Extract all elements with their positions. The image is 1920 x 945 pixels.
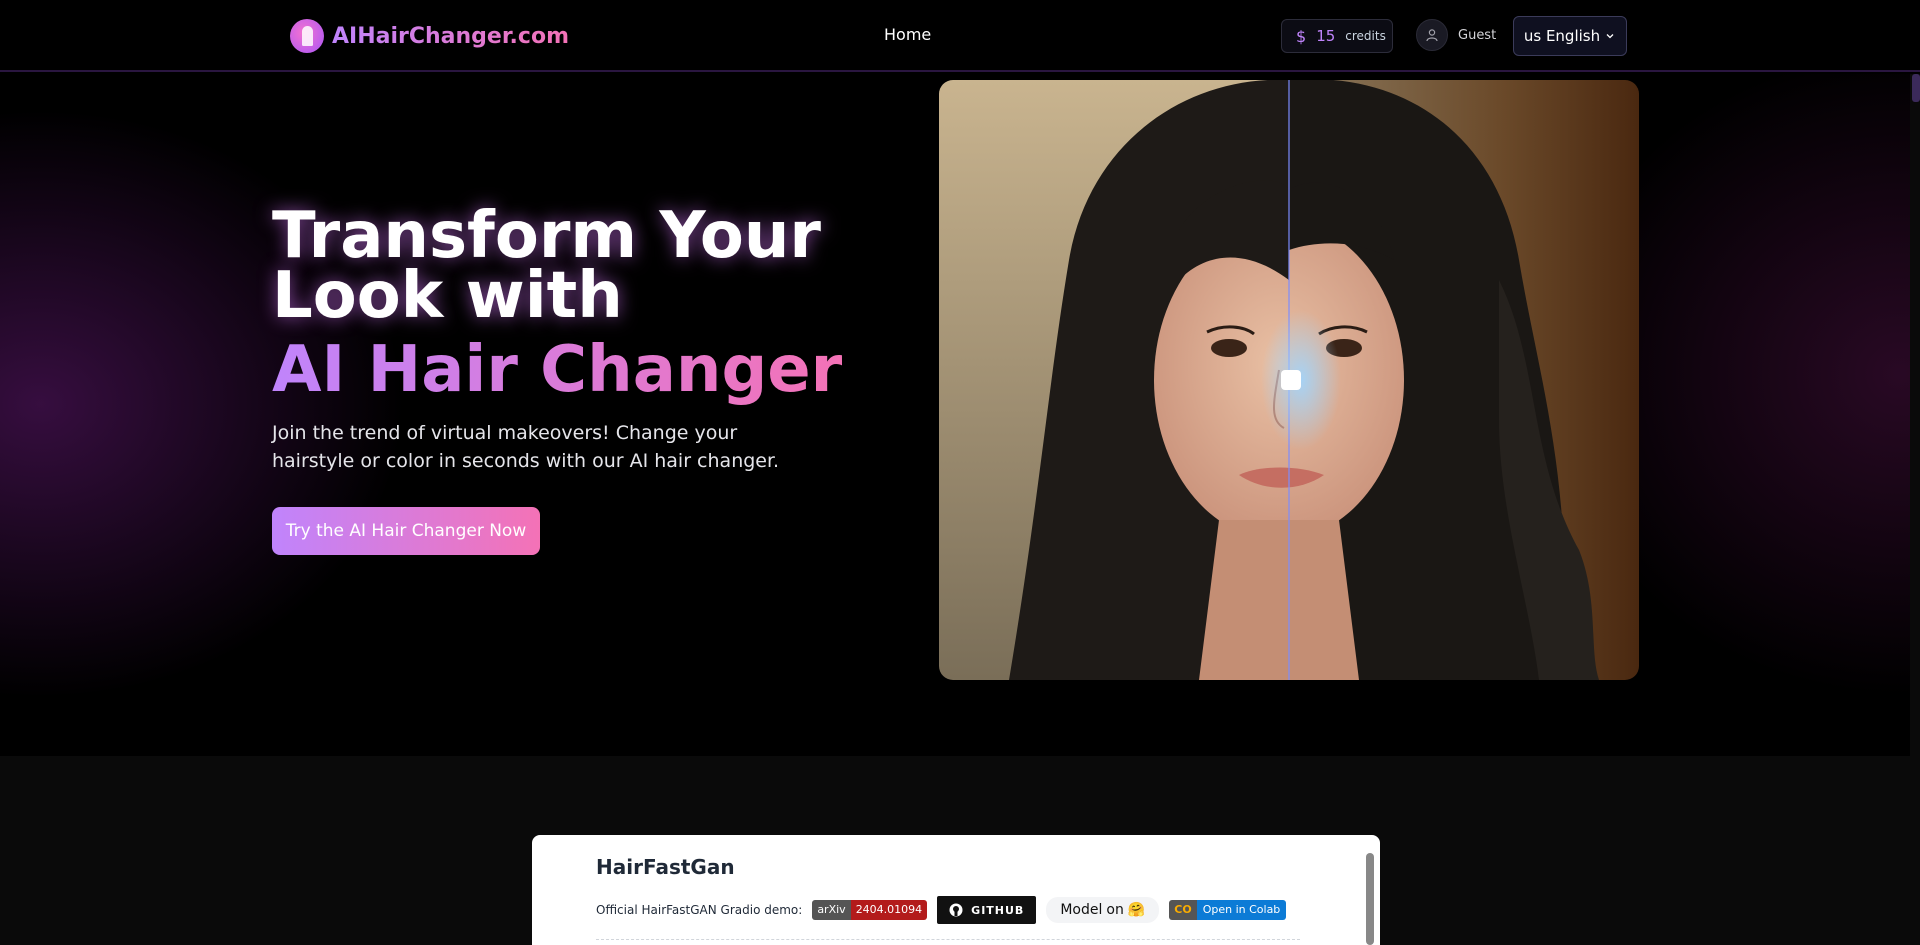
language-label: us English <box>1523 27 1601 45</box>
arxiv-label: arXiv <box>812 900 851 920</box>
demo-links-row: Official HairFastGAN Gradio demo: arXiv … <box>596 896 1287 924</box>
colab-icon: CO <box>1169 900 1197 920</box>
colab-label: Open in Colab <box>1196 900 1287 920</box>
logo-icon <box>290 19 324 53</box>
try-now-button[interactable]: Try the AI Hair Changer Now <box>272 507 540 555</box>
credits-label: credits <box>1345 29 1386 43</box>
github-label: GITHUB <box>971 903 1025 917</box>
credits-badge[interactable]: $ 15 credits <box>1281 19 1393 53</box>
slider-handle <box>1281 370 1301 390</box>
user-icon <box>1416 19 1448 51</box>
github-icon <box>949 903 963 917</box>
arxiv-id: 2404.01094 <box>850 900 928 920</box>
hero-subtitle: Join the trend of virtual makeovers! Cha… <box>272 422 780 472</box>
credits-count: 15 <box>1316 27 1336 45</box>
page-scrollbar-thumb[interactable] <box>1912 74 1920 102</box>
hero-title-highlight: AI Hair Changer <box>272 330 842 410</box>
logo-text: AIHairChanger.com <box>332 23 569 49</box>
hero-section: Transform Your Look with AI Hair Changer… <box>0 74 1910 756</box>
model-label: Model <box>1060 902 1103 918</box>
arxiv-badge[interactable]: arXiv 2404.01094 <box>812 900 928 920</box>
github-badge[interactable]: GITHUB <box>937 896 1037 924</box>
colab-badge[interactable]: CO Open in Colab <box>1169 900 1287 920</box>
model-badge[interactable]: Model on 🤗 <box>1046 897 1160 923</box>
hugging-face-icon: 🤗 <box>1127 902 1146 918</box>
nav-home-link[interactable]: Home <box>884 25 931 44</box>
hero-title: Transform Your Look with <box>272 199 821 333</box>
demo-inputs-area <box>596 939 1300 945</box>
language-selector[interactable]: us English <box>1513 16 1627 56</box>
left-eye <box>1211 339 1247 357</box>
demo-description: Official HairFastGAN Gradio demo: <box>596 903 803 917</box>
demo-scrollbar[interactable] <box>1366 853 1374 945</box>
dollar-icon: $ <box>1296 26 1307 46</box>
gradio-demo-panel <box>532 835 1380 945</box>
before-after-image[interactable] <box>939 80 1639 680</box>
page-scrollbar[interactable] <box>1910 74 1920 945</box>
chevron-down-icon <box>1606 34 1614 39</box>
model-on-text: on <box>1106 902 1124 918</box>
top-navbar: AIHairChanger.com Home $ 15 credits Gues… <box>0 0 1920 72</box>
guest-label: Guest <box>1458 27 1497 43</box>
site-logo[interactable]: AIHairChanger.com <box>290 19 569 53</box>
guest-account[interactable]: Guest <box>1416 19 1496 51</box>
demo-title: HairFastGan <box>596 855 735 879</box>
